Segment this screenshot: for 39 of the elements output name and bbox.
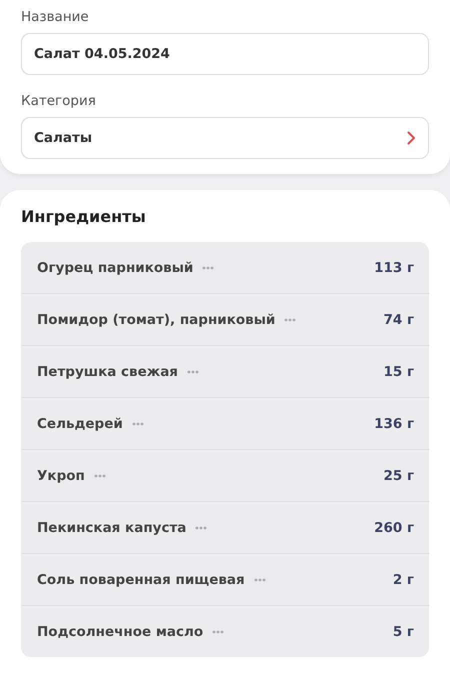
ingredient-name: Укроп bbox=[37, 468, 85, 484]
ellipsis-icon[interactable] bbox=[94, 474, 106, 478]
ingredient-row[interactable]: Помидор (томат), парниковый 74 г bbox=[21, 293, 429, 345]
select-value: Салаты bbox=[34, 130, 92, 146]
ingredient-name: Сельдерей bbox=[37, 416, 123, 432]
ingredient-name: Петрушка свежая bbox=[37, 364, 178, 380]
ingredient-name: Помидор (томат), парниковый bbox=[37, 312, 276, 328]
category-select[interactable]: Салаты bbox=[21, 117, 429, 159]
ingredient-row[interactable]: Сельдерей 136 г bbox=[21, 397, 429, 449]
ingredient-amount: 74 г bbox=[383, 312, 414, 328]
ingredient-row[interactable]: Пекинская капуста 260 г bbox=[21, 501, 429, 553]
ellipsis-icon[interactable] bbox=[212, 630, 224, 634]
ellipsis-icon[interactable] bbox=[132, 422, 144, 426]
ellipsis-icon[interactable] bbox=[284, 318, 296, 322]
field-label: Категория bbox=[21, 92, 97, 110]
field-label: Название bbox=[21, 8, 90, 26]
ingredient-amount: 260 г bbox=[374, 520, 414, 536]
chevron-right-icon bbox=[407, 131, 416, 145]
ingredient-amount: 15 г bbox=[383, 364, 414, 380]
ingredient-row[interactable]: Огурец парниковый 113 г bbox=[21, 242, 429, 293]
ingredient-amount: 136 г bbox=[374, 416, 414, 432]
ingredient-name: Подсолнечное масло bbox=[37, 624, 204, 640]
ingredient-name: Пекинская капуста bbox=[37, 520, 186, 536]
ingredient-amount: 113 г bbox=[374, 260, 414, 276]
ingredient-amount: 25 г bbox=[383, 468, 414, 484]
ingredient-row[interactable]: Соль поваренная пищевая 2 г bbox=[21, 553, 429, 605]
ingredient-row[interactable]: Петрушка свежая 15 г bbox=[21, 345, 429, 397]
ingredient-amount: 2 г bbox=[392, 572, 414, 588]
ellipsis-icon[interactable] bbox=[202, 266, 214, 270]
section-title: Ингредиенты bbox=[21, 207, 147, 226]
ingredient-name: Огурец парниковый bbox=[37, 260, 194, 276]
ingredient-name: Соль поваренная пищевая bbox=[37, 572, 245, 588]
ingredient-row[interactable]: Укроп 25 г bbox=[21, 449, 429, 501]
name-input-field[interactable]: Салат 04.05.2024 bbox=[21, 33, 429, 75]
ellipsis-icon[interactable] bbox=[186, 370, 199, 374]
ellipsis-icon[interactable] bbox=[254, 578, 266, 582]
ingredient-row[interactable]: Подсолнечное масло 5 г bbox=[21, 605, 429, 657]
ellipsis-icon[interactable] bbox=[195, 526, 208, 530]
ingredient-amount: 5 г bbox=[392, 624, 414, 640]
